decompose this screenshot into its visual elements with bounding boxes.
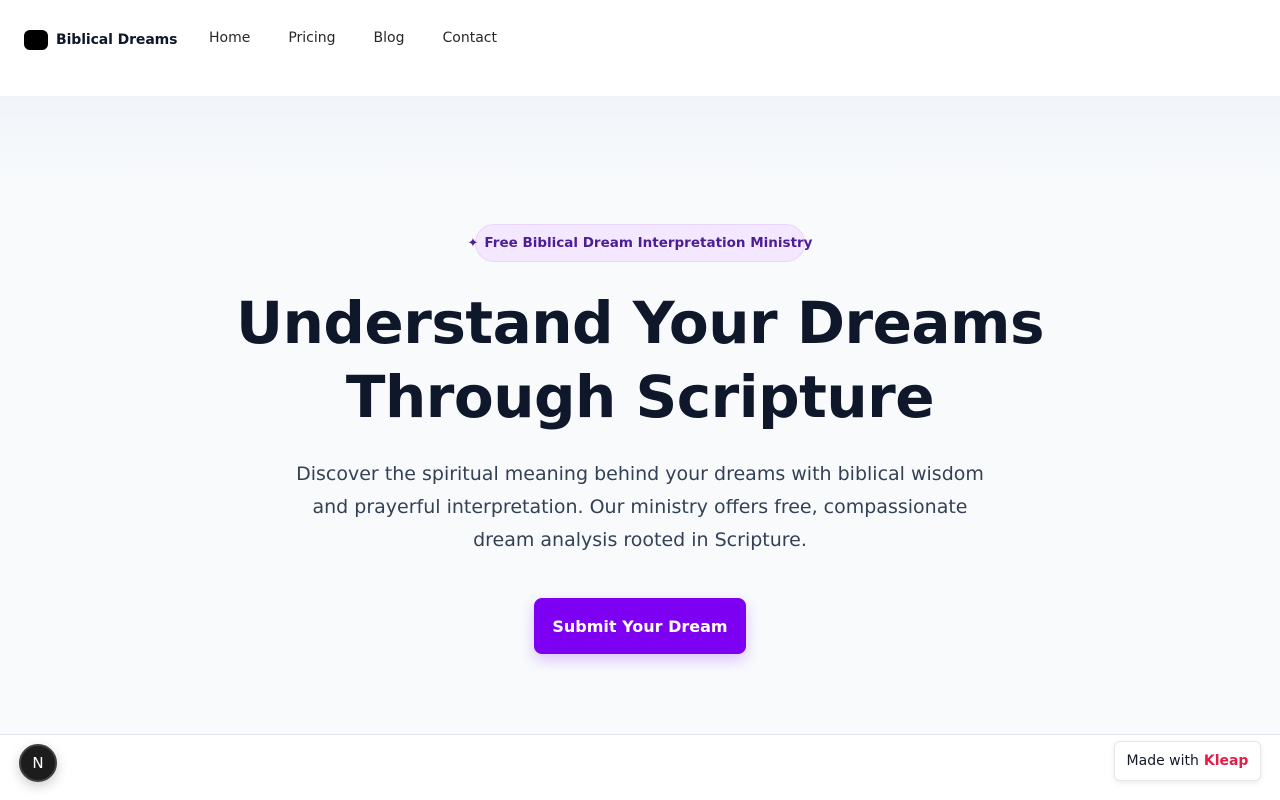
made-with-kleap-badge[interactable]: Made with Kleap xyxy=(1114,741,1261,781)
brand-link[interactable]: Biblical Dreams xyxy=(24,30,178,50)
site-header: Biblical Dreams Home Pricing Blog Contac… xyxy=(0,0,1280,96)
nav-link-contact[interactable]: Contact xyxy=(424,26,516,50)
ministry-badge-label: Free Biblical Dream Interpretation Minis… xyxy=(484,235,813,251)
hero-section: ✦ Free Biblical Dream Interpretation Min… xyxy=(0,96,1280,735)
nav-link-pricing[interactable]: Pricing xyxy=(269,26,354,50)
n-logo-icon: N xyxy=(32,754,44,772)
hero-headline: Understand Your Dreams Through Scripture xyxy=(235,289,1045,431)
brand-logo-icon xyxy=(24,30,48,50)
brand-name: Biblical Dreams xyxy=(56,32,178,48)
made-with-label: Made with xyxy=(1126,753,1199,769)
kleap-brand-label: Kleap xyxy=(1203,753,1249,769)
submit-dream-button[interactable]: Submit Your Dream xyxy=(534,598,746,654)
nav-link-blog[interactable]: Blog xyxy=(355,26,424,50)
dev-tools-badge[interactable]: N xyxy=(19,744,57,782)
ministry-badge: ✦ Free Biblical Dream Interpretation Min… xyxy=(468,224,812,262)
nav-link-home[interactable]: Home xyxy=(190,26,269,50)
hero-subtext: Discover the spiritual meaning behind yo… xyxy=(296,463,984,551)
main-nav: Home Pricing Blog Contact xyxy=(190,26,516,50)
sparkle-icon: ✦ xyxy=(467,235,479,251)
